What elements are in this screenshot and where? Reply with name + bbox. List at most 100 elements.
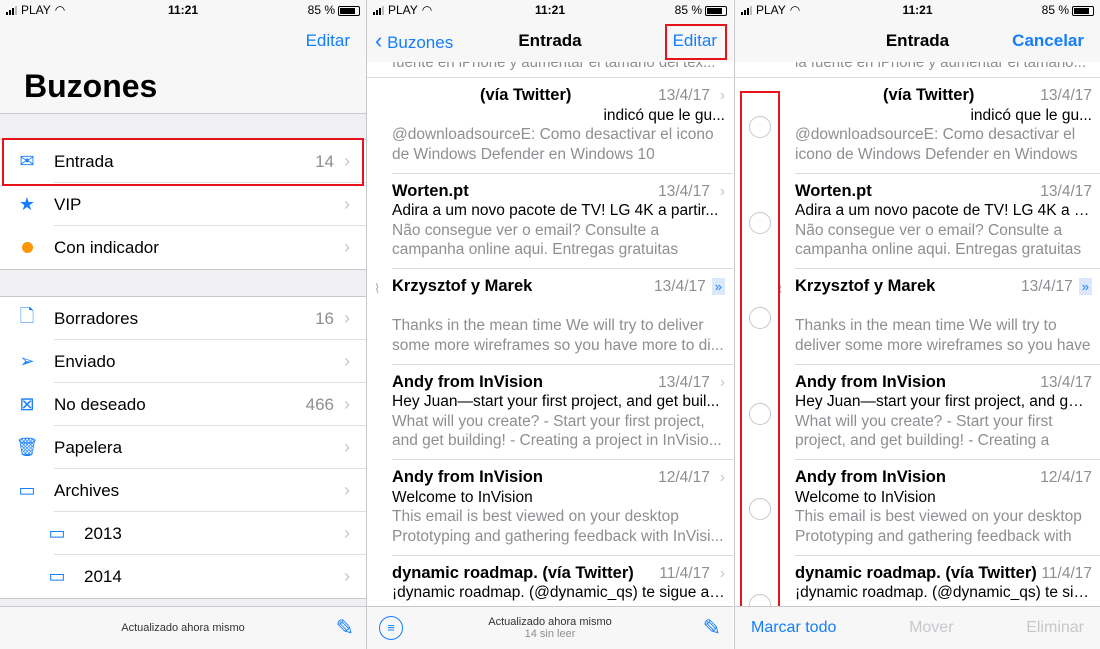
carrier: PLAY: [21, 3, 51, 17]
cancel-button[interactable]: Cancelar: [1012, 31, 1084, 51]
message-row[interactable]: ⌇ Krzysztof y Marek 13/4/17 » Thanks in the …: [735, 269, 1100, 365]
chevron-right-icon: ›: [719, 469, 725, 486]
message-date-group: 13/4/17 »: [654, 277, 725, 297]
message-date: 12/4/17: [1040, 469, 1092, 486]
mailbox-label: 2013: [84, 523, 122, 543]
mailbox-label: VIP: [54, 194, 82, 214]
edit-button[interactable]: Editar: [673, 31, 717, 51]
inbox-screen: PLAY ◠ 11:21 85 % fuente en iPhone y aume…: [367, 0, 733, 649]
battery-icon: [338, 5, 360, 16]
delete-button[interactable]: Eliminar: [1026, 619, 1084, 637]
message-date: 11/4/17: [659, 564, 710, 582]
back-button[interactable]: ‹ Buzones: [375, 28, 453, 54]
message-row[interactable]: Andy from InVision 12/4/17 › Welcome to InV…: [367, 460, 733, 556]
status-bar: PLAY ◠ 11:21 85 %: [735, 0, 1100, 20]
select-radio[interactable]: [749, 593, 771, 606]
message-preview: What will you create? - Start your first…: [392, 412, 722, 450]
compose-icon[interactable]: ✎: [336, 615, 354, 641]
compose-icon[interactable]: ✎: [703, 615, 721, 641]
select-radio[interactable]: [749, 307, 771, 329]
message-sender: (vía Twitter): [883, 86, 975, 104]
mailbox-count: 16: [315, 308, 334, 328]
partial-message-preview: fuente en iPhone y aumentar el tamaño de…: [367, 62, 733, 78]
status-bar: PLAY ◠ 11:21 85 %: [367, 0, 733, 20]
message-row[interactable]: ⌇ Krzysztof y Marek 13/4/17 » Thanks in the …: [367, 269, 733, 365]
message-sender: Krzysztof y Marek: [795, 277, 936, 295]
select-radio[interactable]: [749, 116, 771, 138]
mailbox-vip[interactable]: ★ VIP ›: [0, 183, 366, 226]
mailbox-2014[interactable]: ▭ 2014 ›: [0, 555, 366, 598]
mailbox-label: Entrada: [54, 151, 114, 171]
mailbox-label: Borradores: [54, 308, 139, 328]
battery-icon: [705, 5, 727, 16]
message-subject: Welcome to InVision: [795, 488, 936, 506]
message-row[interactable]: dynamic roadmap. (vía Twitter) 11/4/17 › ¡d…: [367, 556, 733, 607]
message-list[interactable]: la fuente en iPhone y aumentar el tamaño…: [735, 62, 1100, 606]
message-sender: Worten.pt: [392, 181, 469, 200]
inbox-edit-screen: PLAY ◠ 11:21 85 % la fuente en iPhone y a…: [735, 0, 1100, 649]
edit-button[interactable]: Editar: [306, 31, 350, 51]
message-list[interactable]: fuente en iPhone y aumentar el tamaño de…: [367, 62, 733, 606]
flag-dot-icon: [0, 242, 54, 253]
star-icon: ★: [18, 194, 36, 214]
message-subject: Hey Juan—start your first project, and g…: [795, 393, 1092, 410]
message-preview: @downloadsourceE: Como desactivar el ico…: [392, 126, 714, 163]
mailbox-group-primary: ✉ Entrada 14 › ★ VIP › Con indicador ›: [0, 139, 366, 270]
message-date-group: 11/4/17 ›: [659, 564, 725, 584]
message-row[interactable]: Andy from InVision 12/4/17 Welcome to InVi…: [735, 460, 1100, 556]
message-sender: Andy from InVision: [795, 468, 946, 486]
message-subject: ¡dynamic roadmap. (@dynamic_qs) te sigue…: [795, 584, 1092, 601]
select-radio[interactable]: [749, 402, 771, 425]
select-radio[interactable]: [749, 211, 771, 234]
chevron-right-icon: ›: [719, 182, 725, 200]
message-row[interactable]: (vía Twitter) 13/4/17 indicó que le gu... @…: [735, 78, 1100, 174]
message-preview: Thanks in the mean time We will try to d…: [795, 317, 1091, 354]
message-row[interactable]: Andy from InVision 13/4/17 › Hey Juan—start…: [367, 365, 733, 461]
mailbox-con-indicador[interactable]: Con indicador ›: [0, 226, 366, 269]
mailbox-entrada[interactable]: ✉ Entrada 14 ›: [0, 140, 366, 183]
message-row[interactable]: dynamic roadmap. (vía Twitter) 11/4/17 ¡dy…: [735, 556, 1100, 606]
message-row[interactable]: Andy from InVision 13/4/17 Hey Juan—start …: [735, 365, 1100, 461]
message-preview: This email is best viewed on your deskto…: [795, 508, 1082, 545]
mailbox-archives[interactable]: ▭ Archives ›: [0, 469, 366, 512]
sent-icon: ➢: [19, 351, 35, 371]
message-date-group: 13/4/17 ›: [658, 373, 725, 393]
mailbox-enviado[interactable]: ➢ Enviado ›: [0, 340, 366, 383]
mailboxes-screen: PLAY ◠ 11:21 85 % Editar Buzones ✉ Entrada…: [0, 0, 366, 649]
chevron-right-icon: ›: [719, 87, 725, 104]
message-header: Krzysztof y Marek 13/4/17 »: [392, 277, 725, 297]
mailbox-label: 2014: [84, 566, 122, 586]
message-row[interactable]: Worten.pt 13/4/17 Adira a um novo pacote d…: [735, 174, 1100, 270]
message-date: 13/4/17: [658, 87, 710, 104]
folder-icon: ▭: [18, 480, 36, 500]
message-subject: Adira a um novo pacote de TV! LG 4K a pa…: [392, 202, 719, 219]
nav-bar: Editar: [0, 20, 366, 62]
mailbox-label: No deseado: [54, 394, 146, 414]
message-header: Worten.pt 13/4/17: [795, 182, 1092, 202]
message-date: 13/4/17: [1021, 278, 1073, 295]
mark-all-button[interactable]: Marcar todo: [751, 619, 836, 637]
carrier: PLAY: [388, 3, 418, 17]
message-subject: indicó que le gu...: [603, 106, 725, 124]
mailbox-borradores[interactable]: 🗋 Borradores 16 ›: [0, 297, 366, 340]
attachment-icon: ⌇: [374, 281, 381, 296]
message-sender: (vía Twitter): [480, 86, 572, 104]
mailbox-count: 466: [305, 394, 334, 414]
signal-icon: [373, 5, 384, 15]
message-preview: This email is best viewed on your deskto…: [392, 508, 724, 545]
signal-icon: [6, 5, 17, 15]
message-row[interactable]: Worten.pt 13/4/17 › Adira a um novo pacote …: [367, 174, 733, 270]
message-row[interactable]: (vía Twitter) 13/4/17 › indicó que le gu...…: [367, 78, 733, 174]
message-preview: @downloadsourceE: Como desactivar el ico…: [795, 126, 1078, 163]
message-header: (vía Twitter) 13/4/17: [795, 86, 1092, 106]
mailbox-2013[interactable]: ▭ 2013 ›: [0, 512, 366, 555]
select-radio[interactable]: [749, 498, 771, 520]
filter-icon[interactable]: ≡: [379, 616, 403, 640]
mailbox-no-deseado[interactable]: ⊠ No deseado 466 ›: [0, 383, 366, 426]
move-button[interactable]: Mover: [909, 619, 953, 637]
chevron-right-icon: ›: [719, 564, 725, 582]
mailbox-papelera[interactable]: 🗑 Papelera ›: [0, 426, 366, 469]
chevron-right-icon: ›: [344, 351, 350, 371]
chevron-right-icon: ›: [344, 394, 350, 414]
attachment-icon: ⌇: [777, 281, 784, 296]
